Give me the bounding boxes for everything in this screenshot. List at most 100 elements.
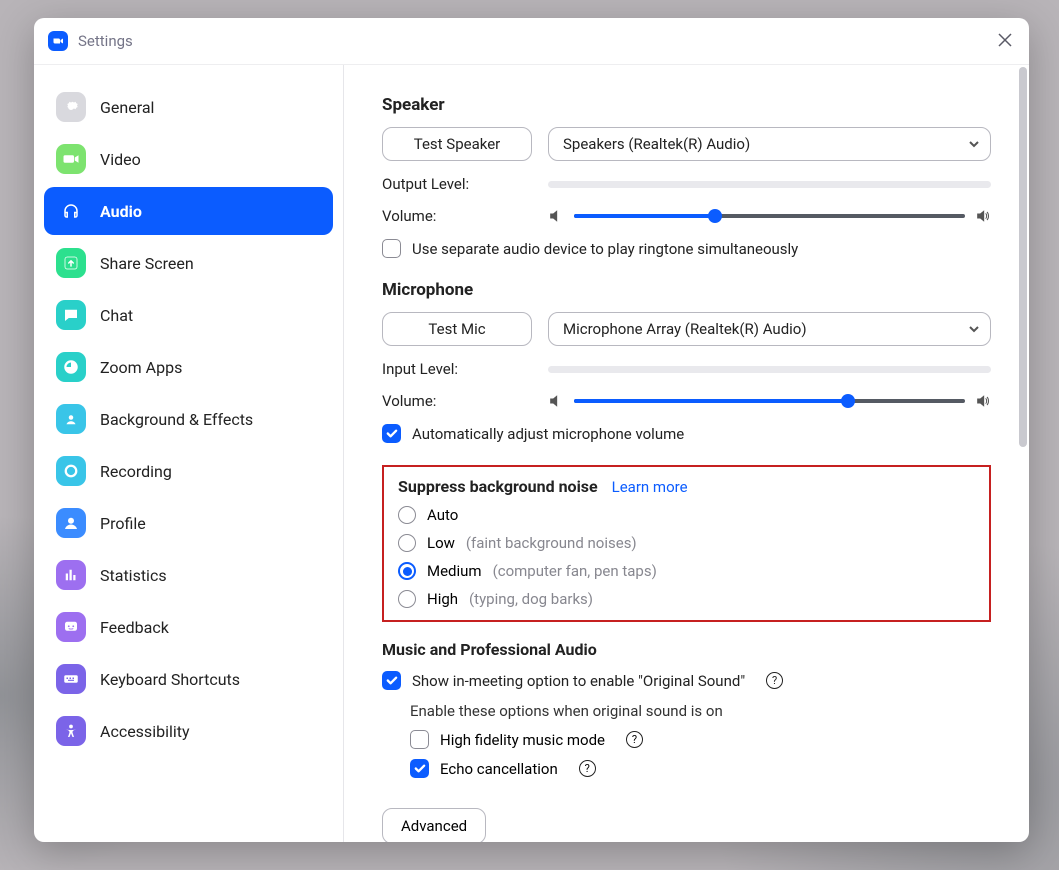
help-icon[interactable]: ? <box>579 760 596 777</box>
input-level-meter <box>548 366 991 373</box>
close-button[interactable] <box>995 30 1015 50</box>
speaker-heading: Speaker <box>382 95 991 115</box>
echo-cancel-checkbox[interactable] <box>410 759 429 778</box>
speaker-volume-label: Volume: <box>382 207 548 225</box>
sidebar-item-recording[interactable]: Recording <box>44 447 333 495</box>
help-icon[interactable]: ? <box>626 731 643 748</box>
speaker-device-select[interactable]: Speakers (Realtek(R) Audio) <box>548 127 991 161</box>
gear-icon <box>56 92 86 122</box>
audio-settings-panel: Speaker Test Speaker Speakers (Realtek(R… <box>344 65 1029 842</box>
recording-icon <box>56 456 86 486</box>
headphones-icon <box>56 196 86 226</box>
help-icon[interactable]: ? <box>766 672 783 689</box>
noise-option-high[interactable]: High (typing, dog barks) <box>398 590 975 608</box>
radio-label: High <box>427 590 458 608</box>
settings-window: Settings General Video Audio Share Scree… <box>34 18 1029 842</box>
sidebar-item-accessibility[interactable]: Accessibility <box>44 707 333 755</box>
sidebar-item-label: Accessibility <box>100 722 190 741</box>
original-sound-checkbox[interactable] <box>382 671 401 690</box>
chat-icon <box>56 300 86 330</box>
enable-options-hint: Enable these options when original sound… <box>410 702 991 720</box>
suppress-noise-heading: Suppress background noise <box>398 477 598 496</box>
sidebar-item-label: Statistics <box>100 566 167 585</box>
auto-adjust-mic-checkbox[interactable] <box>382 424 401 443</box>
test-mic-button[interactable]: Test Mic <box>382 312 532 346</box>
mic-device-select[interactable]: Microphone Array (Realtek(R) Audio) <box>548 312 991 346</box>
sidebar-item-chat[interactable]: Chat <box>44 291 333 339</box>
statistics-icon <box>56 560 86 590</box>
zoom-app-icon <box>48 31 68 51</box>
echo-cancel-label: Echo cancellation <box>440 760 558 778</box>
radio-low[interactable] <box>398 534 416 552</box>
radio-label: Auto <box>427 506 458 524</box>
mic-volume-slider[interactable] <box>574 399 965 403</box>
volume-high-icon <box>975 208 991 224</box>
background-icon <box>56 404 86 434</box>
radio-label: Low <box>427 534 455 552</box>
radio-high[interactable] <box>398 590 416 608</box>
share-screen-icon <box>56 248 86 278</box>
sidebar-item-profile[interactable]: Profile <box>44 499 333 547</box>
sidebar-item-label: Zoom Apps <box>100 358 182 377</box>
sidebar-item-statistics[interactable]: Statistics <box>44 551 333 599</box>
speaker-device-value: Speakers (Realtek(R) Audio) <box>563 135 750 153</box>
original-sound-label: Show in-meeting option to enable "Origin… <box>412 672 745 690</box>
radio-hint: (faint background noises) <box>466 534 637 552</box>
volume-high-icon <box>975 393 991 409</box>
accessibility-icon <box>56 716 86 746</box>
hifi-checkbox[interactable] <box>410 730 429 749</box>
sidebar-item-audio[interactable]: Audio <box>44 187 333 235</box>
radio-label: Medium <box>427 562 482 580</box>
radio-auto[interactable] <box>398 506 416 524</box>
sidebar-item-video[interactable]: Video <box>44 135 333 183</box>
noise-option-medium[interactable]: Medium (computer fan, pen taps) <box>398 562 975 580</box>
hifi-label: High fidelity music mode <box>440 731 605 749</box>
window-title: Settings <box>78 32 133 50</box>
sidebar-item-keyboard-shortcuts[interactable]: Keyboard Shortcuts <box>44 655 333 703</box>
advanced-button[interactable]: Advanced <box>382 808 486 842</box>
mic-volume-label: Volume: <box>382 392 548 410</box>
feedback-icon <box>56 612 86 642</box>
sidebar-item-label: General <box>100 98 154 117</box>
sidebar-item-background-effects[interactable]: Background & Effects <box>44 395 333 443</box>
sidebar-item-zoom-apps[interactable]: Zoom Apps <box>44 343 333 391</box>
keyboard-icon <box>56 664 86 694</box>
profile-icon <box>56 508 86 538</box>
learn-more-link[interactable]: Learn more <box>612 478 688 496</box>
sidebar-item-label: Share Screen <box>100 254 194 273</box>
sidebar-item-label: Video <box>100 150 141 169</box>
music-audio-heading: Music and Professional Audio <box>382 640 597 659</box>
sidebar-item-label: Recording <box>100 462 172 481</box>
sidebar-item-label: Chat <box>100 306 133 325</box>
separate-device-label: Use separate audio device to play ringto… <box>412 240 798 258</box>
apps-icon <box>56 352 86 382</box>
noise-option-low[interactable]: Low (faint background noises) <box>398 534 975 552</box>
sidebar-item-feedback[interactable]: Feedback <box>44 603 333 651</box>
volume-low-icon <box>548 393 564 409</box>
music-audio-section: Music and Professional Audio Show in-mee… <box>382 640 991 778</box>
video-icon <box>56 144 86 174</box>
speaker-volume-slider[interactable] <box>574 214 965 218</box>
microphone-heading: Microphone <box>382 280 991 300</box>
chevron-down-icon <box>968 323 980 335</box>
volume-low-icon <box>548 208 564 224</box>
sidebar-item-label: Feedback <box>100 618 169 637</box>
test-speaker-button[interactable]: Test Speaker <box>382 127 532 161</box>
titlebar: Settings <box>34 18 1029 64</box>
radio-medium[interactable] <box>398 562 416 580</box>
separate-device-checkbox[interactable] <box>382 239 401 258</box>
input-level-label: Input Level: <box>382 360 548 378</box>
sidebar-item-label: Background & Effects <box>100 410 253 429</box>
mic-device-value: Microphone Array (Realtek(R) Audio) <box>563 320 807 338</box>
auto-adjust-mic-label: Automatically adjust microphone volume <box>412 425 684 443</box>
output-level-meter <box>548 181 991 188</box>
sidebar-item-general[interactable]: General <box>44 83 333 131</box>
sidebar-item-share-screen[interactable]: Share Screen <box>44 239 333 287</box>
output-level-label: Output Level: <box>382 175 548 193</box>
sidebar-item-label: Profile <box>100 514 146 533</box>
radio-hint: (typing, dog barks) <box>469 590 593 608</box>
noise-option-auto[interactable]: Auto <box>398 506 975 524</box>
suppress-noise-section: Suppress background noise Learn more Aut… <box>382 465 991 622</box>
sidebar-item-label: Audio <box>100 202 142 221</box>
sidebar-item-label: Keyboard Shortcuts <box>100 670 240 689</box>
